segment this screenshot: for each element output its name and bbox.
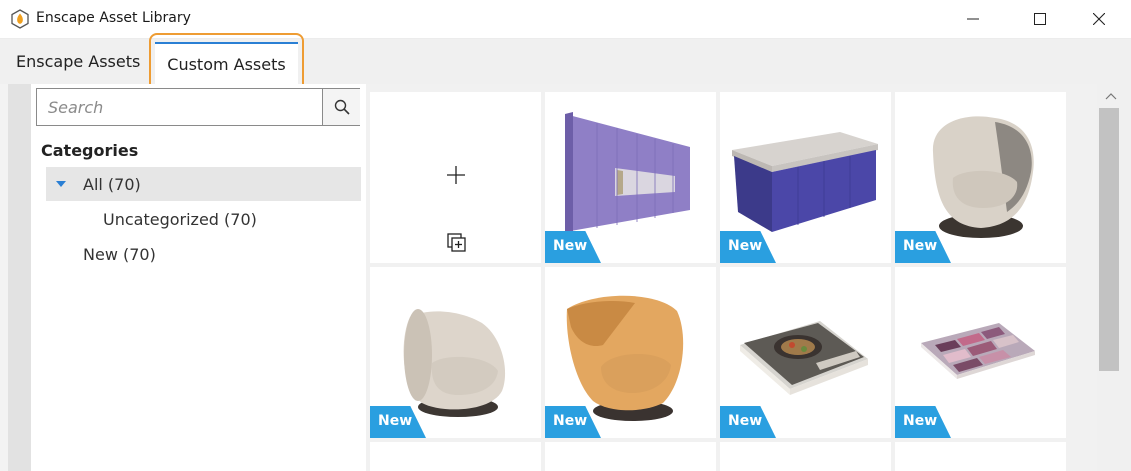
add-multiple-icon[interactable] [447,233,467,253]
add-asset-tile[interactable] [370,92,541,263]
scroll-up-button[interactable] [1103,88,1119,104]
search-button[interactable] [322,89,360,125]
tab-bar: Enscape Assets Custom Assets [0,39,1131,84]
left-panel-strip [8,84,31,471]
categories-heading: Categories [41,141,139,160]
tab-label: Custom Assets [167,54,286,74]
asset-tile-swivel-chair-orange[interactable]: New [545,267,716,438]
title-bar: Enscape Asset Library [0,0,1131,39]
asset-grid: New New New New New New New [366,84,1097,471]
category-label: Uncategorized (70) [103,209,257,229]
window-title: Enscape Asset Library [36,10,191,26]
asset-tile-kitchen-island[interactable]: New [720,92,891,263]
category-label: All (70) [83,174,141,194]
scrollbar-thumb[interactable] [1099,108,1119,371]
asset-tile-partial[interactable] [895,442,1066,471]
search-icon [334,99,350,115]
maximize-icon [1034,13,1046,25]
tab-label: Enscape Assets [16,52,141,71]
search-input[interactable] [37,89,321,125]
enscape-logo-icon [11,9,29,29]
asset-tile-partial[interactable] [720,442,891,471]
minimize-button[interactable] [950,0,996,38]
expand-arrow-icon[interactable] [56,181,66,187]
category-item-new[interactable]: New (70) [83,242,156,266]
asset-tile-purple-wall-cabinet[interactable]: New [545,92,716,263]
asset-tile-cookbook[interactable]: New [720,267,891,438]
asset-tile-round-swivel-chair[interactable]: New [370,267,541,438]
category-item-all[interactable]: All (70) [46,167,361,201]
chevron-up-icon [1105,93,1117,100]
asset-tile-partial[interactable] [370,442,541,471]
asset-tile-partial[interactable] [545,442,716,471]
category-label: New (70) [83,244,156,264]
category-item-uncategorized[interactable]: Uncategorized (70) [103,207,257,231]
minimize-icon [967,18,979,20]
plus-icon[interactable] [447,166,465,184]
maximize-button[interactable] [1017,0,1063,38]
search-box [36,88,360,126]
close-icon [1093,13,1105,25]
asset-tile-magazine[interactable]: New [895,267,1066,438]
asset-tile-armchair-grey-beige[interactable]: New [895,92,1066,263]
tab-enscape-assets[interactable]: Enscape Assets [16,39,140,84]
tab-custom-assets[interactable]: Custom Assets [155,42,298,84]
close-button[interactable] [1076,0,1122,38]
left-edge [0,84,8,471]
